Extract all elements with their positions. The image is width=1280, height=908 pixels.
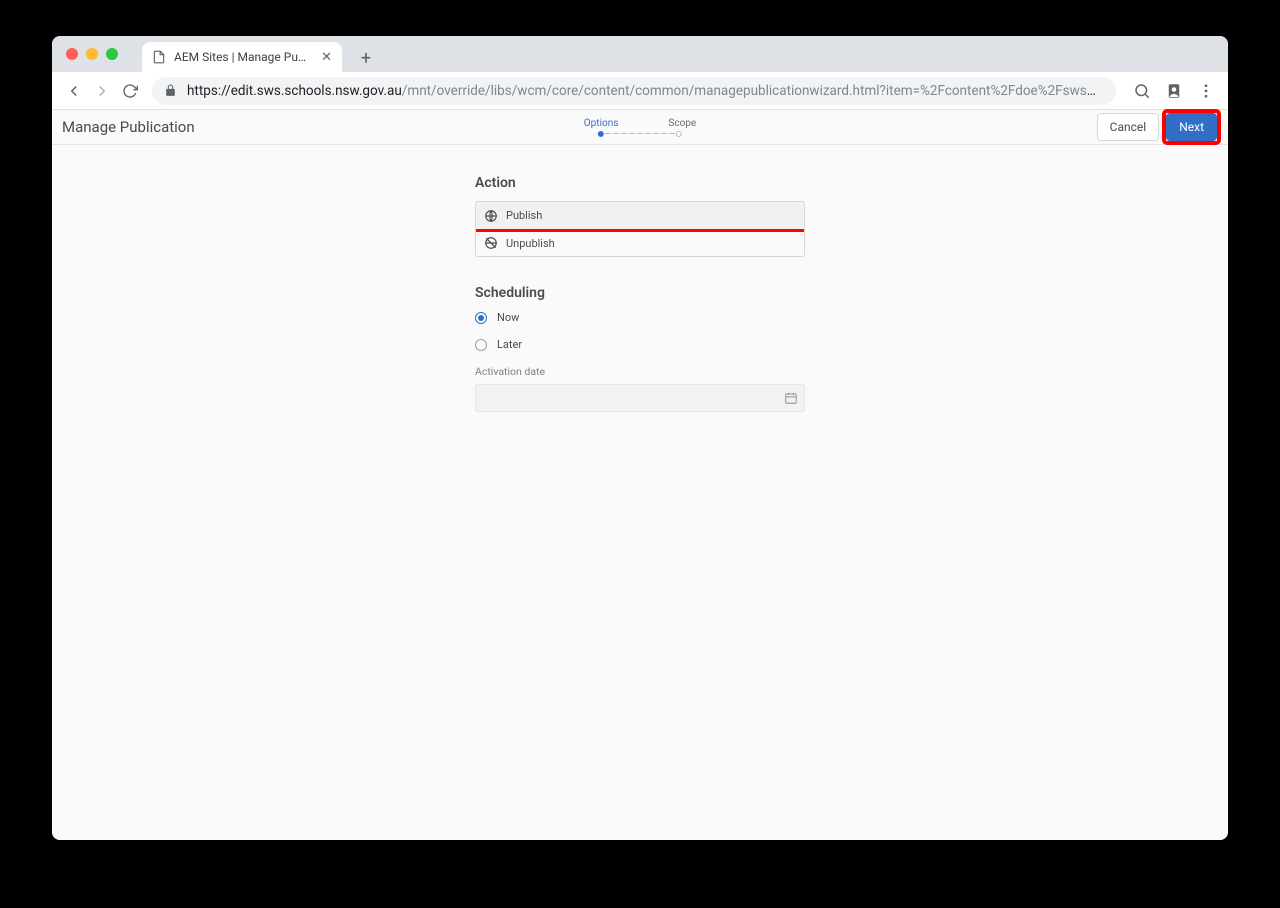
scheduling-option-now[interactable]: Now	[475, 311, 805, 324]
reload-button[interactable]	[116, 77, 144, 105]
page-title: Manage Publication	[62, 118, 195, 136]
form-column: Action Publish Unpublish Scheduling	[475, 175, 805, 840]
activation-date-input[interactable]	[475, 384, 805, 412]
window-close-icon[interactable]	[66, 48, 78, 60]
action-option-unpublish[interactable]: Unpublish	[476, 229, 804, 256]
browser-window: AEM Sites | Manage Publicatio ✕ + https:…	[52, 36, 1228, 840]
browser-tab[interactable]: AEM Sites | Manage Publicatio ✕	[142, 42, 342, 72]
window-minimize-icon[interactable]	[86, 48, 98, 60]
window-controls	[60, 36, 124, 72]
action-option-publish[interactable]: Publish	[476, 202, 804, 229]
action-option-group: Publish Unpublish	[475, 201, 805, 257]
radio-icon	[475, 339, 487, 351]
app-header: Manage Publication Options Scope Cancel …	[52, 110, 1228, 145]
scheduling-now-label: Now	[497, 311, 519, 324]
lock-icon	[164, 84, 177, 97]
window-maximize-icon[interactable]	[106, 48, 118, 60]
address-bar[interactable]: https://edit.sws.schools.nsw.gov.au/mnt/…	[152, 77, 1116, 105]
globe-icon	[484, 209, 498, 223]
scheduling-option-later[interactable]: Later	[475, 338, 805, 351]
action-section-title: Action	[475, 175, 805, 191]
new-tab-button[interactable]: +	[352, 44, 380, 72]
url-text: https://edit.sws.schools.nsw.gov.au/mnt/…	[187, 83, 1104, 99]
wizard-step-scope[interactable]: Scope	[668, 118, 696, 129]
activation-date-label: Activation date	[475, 365, 805, 378]
browser-toolbar: https://edit.sws.schools.nsw.gov.au/mnt/…	[52, 72, 1228, 110]
wizard-step-options[interactable]: Options	[584, 118, 619, 129]
wizard-progress-icon	[598, 131, 682, 137]
profile-icon[interactable]	[1160, 77, 1188, 105]
cancel-button[interactable]: Cancel	[1097, 113, 1160, 141]
page-favicon-icon	[152, 50, 166, 64]
annotation-highlight-next: Next	[1165, 112, 1218, 142]
scheduling-section-title: Scheduling	[475, 285, 805, 301]
tab-strip: AEM Sites | Manage Publicatio ✕ +	[52, 36, 1228, 72]
toolbar-right	[1124, 77, 1220, 105]
content-area: Action Publish Unpublish Scheduling	[52, 145, 1228, 840]
url-path: /mnt/override/libs/wcm/core/content/comm…	[402, 83, 1104, 99]
zoom-icon[interactable]	[1128, 77, 1156, 105]
next-button[interactable]: Next	[1166, 113, 1217, 141]
back-button[interactable]	[60, 77, 88, 105]
tab-close-icon[interactable]: ✕	[321, 50, 332, 65]
action-option-publish-label: Publish	[506, 209, 542, 222]
calendar-icon	[784, 391, 798, 405]
kebab-menu-icon[interactable]	[1192, 77, 1220, 105]
forward-button[interactable]	[88, 77, 116, 105]
wizard-steps: Options Scope	[584, 118, 696, 137]
scheduling-later-label: Later	[497, 338, 522, 351]
radio-icon	[475, 312, 487, 324]
globe-off-icon	[484, 236, 498, 250]
action-option-unpublish-label: Unpublish	[506, 237, 555, 250]
url-host: https://edit.sws.schools.nsw.gov.au	[187, 83, 402, 99]
tab-title: AEM Sites | Manage Publicatio	[174, 50, 311, 64]
